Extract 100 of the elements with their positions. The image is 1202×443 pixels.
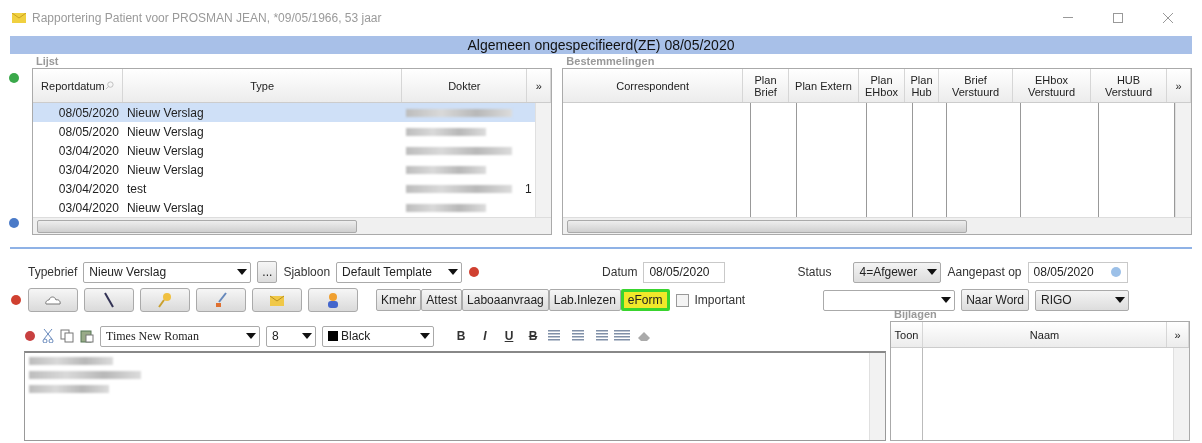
person-icon — [326, 292, 340, 308]
table-cell-text: 08/05/2020 — [57, 123, 120, 141]
color-dropdown[interactable]: Black — [322, 325, 434, 347]
caret-icon — [448, 269, 459, 275]
tool-button[interactable] — [308, 288, 358, 312]
tool-button[interactable] — [28, 288, 78, 312]
column-header[interactable]: Plan Extern — [789, 69, 859, 102]
scrollbar[interactable] — [1175, 103, 1191, 217]
scrollbar[interactable] — [32, 217, 552, 234]
date-field[interactable]: 08/05/2020 — [1027, 261, 1128, 283]
column-header[interactable]: Brief Verstuurd — [939, 69, 1013, 102]
text-editor[interactable] — [24, 351, 886, 441]
group-label: Lijst — [34, 54, 60, 68]
close-icon[interactable] — [1163, 13, 1173, 23]
column-header[interactable]: Correspondent — [563, 69, 743, 102]
color-swatch-icon — [328, 331, 338, 341]
more-columns-button[interactable]: » — [1167, 322, 1189, 347]
field-label: Sjabloon — [283, 265, 331, 279]
table-cell-text: 03/04/2020 — [57, 199, 120, 217]
eraser-icon — [636, 330, 652, 342]
caret-icon — [420, 333, 430, 339]
more-columns-button[interactable]: » — [527, 69, 552, 102]
action-button[interactable]: Attest — [421, 289, 463, 311]
more-columns-button[interactable]: » — [1167, 69, 1191, 102]
action-button[interactable]: Lab.Inlezen — [548, 289, 621, 311]
table-cell-text: Nieuw Verslag — [125, 161, 205, 179]
caret-icon — [302, 333, 312, 339]
naar-word-button[interactable]: Naar Word — [961, 289, 1029, 311]
group-label: Bijlagen — [893, 307, 938, 321]
maximize-icon[interactable] — [1113, 13, 1123, 23]
cloud-icon — [44, 295, 62, 305]
table-cell-text: 03/04/2020 — [57, 142, 120, 160]
scissors-icon — [42, 329, 54, 343]
table-cell-text: 08/05/2020 — [57, 104, 120, 122]
align-icon[interactable] — [570, 330, 586, 342]
caret-icon — [927, 269, 938, 275]
status-dropdown[interactable]: 4=Afgewer — [853, 261, 942, 283]
align-icon[interactable] — [614, 330, 630, 342]
tool-button[interactable] — [140, 288, 190, 312]
column-header[interactable]: Plan Hub — [905, 69, 939, 102]
table-cell-text: 03/04/2020 — [57, 161, 120, 179]
checkbox[interactable] — [675, 293, 689, 307]
scrollbar[interactable] — [869, 353, 885, 440]
tool-button[interactable] — [196, 288, 246, 312]
field-label: Datum — [602, 265, 638, 279]
dropdown[interactable] — [823, 289, 956, 311]
table-cell: 1 — [525, 181, 532, 196]
caret-icon — [237, 269, 248, 275]
scrollbar[interactable] — [1173, 348, 1189, 440]
table-cell-text: test — [125, 180, 148, 198]
type-dropdown[interactable]: Nieuw Verslag — [83, 261, 252, 283]
size-dropdown[interactable]: 8 — [266, 325, 316, 347]
date-field[interactable]: 08/05/2020 — [643, 261, 726, 283]
action-button[interactable]: Laboaanvraag — [462, 289, 549, 311]
paste-icon — [80, 329, 94, 343]
column-header[interactable]: Toon — [891, 322, 923, 347]
field-label: Aangepast op — [947, 265, 1022, 279]
search-icon — [104, 81, 114, 90]
list-row[interactable]: 08/05/2020 Nieuw Verslag — [32, 103, 536, 122]
tool-button[interactable] — [84, 288, 134, 312]
table-cell-text: Nieuw Verslag — [125, 104, 205, 122]
caret-icon — [941, 297, 952, 303]
rigo-dropdown[interactable]: RIGO — [1035, 289, 1129, 311]
table-cell-text: Nieuw Verslag — [125, 142, 205, 160]
column-header[interactable]: Type — [122, 69, 403, 102]
format-button[interactable]: B — [452, 329, 470, 343]
header-bar: Algemeen ongespecifieerd(ZE) 08/05/2020 — [10, 36, 1192, 54]
scrollbar[interactable] — [563, 217, 1191, 234]
window-title: Rapportering Patient voor PROSMAN JEAN, *09/05/1966, 53 jaar — [32, 11, 383, 25]
caret-icon — [1115, 297, 1125, 303]
column-header[interactable]: Plan EHbox — [859, 69, 905, 102]
format-button[interactable]: U — [500, 329, 518, 343]
font-dropdown[interactable]: Times New Roman — [100, 325, 260, 347]
browse-button[interactable]: ... — [257, 261, 278, 283]
checkbox-label: Important — [694, 293, 746, 307]
column-header[interactable]: Plan Brief — [743, 69, 789, 102]
field-label: Typebrief — [28, 265, 78, 279]
table-cell-text: 03/04/2020 — [57, 180, 120, 198]
field-label: Status — [797, 265, 832, 279]
envelope-icon — [12, 13, 26, 23]
minimize-icon[interactable] — [1063, 17, 1073, 19]
key-icon — [158, 292, 172, 308]
template-dropdown[interactable]: Default Template — [336, 261, 463, 283]
column-header[interactable]: Naam — [923, 322, 1167, 347]
caret-icon — [246, 333, 256, 339]
column-header[interactable]: HUB Verstuurd — [1091, 69, 1167, 102]
copy-icon — [60, 329, 74, 343]
group-label: Bestemmelingen — [565, 54, 656, 68]
action-button[interactable]: eForm — [620, 289, 670, 311]
action-button[interactable]: Kmehr — [376, 289, 422, 311]
column-header[interactable]: Dokter — [402, 69, 528, 102]
brush-icon — [214, 292, 228, 308]
format-button[interactable]: B — [524, 329, 542, 343]
scrollbar[interactable] — [535, 103, 552, 217]
table-cell-text: Nieuw Verslag — [125, 199, 205, 217]
pen-icon — [104, 292, 114, 308]
format-button[interactable]: I — [476, 329, 494, 343]
column-header[interactable]: Reportdatum — [32, 69, 123, 102]
column-header[interactable]: EHbox Verstuurd — [1013, 69, 1091, 102]
tool-button[interactable] — [252, 288, 302, 312]
